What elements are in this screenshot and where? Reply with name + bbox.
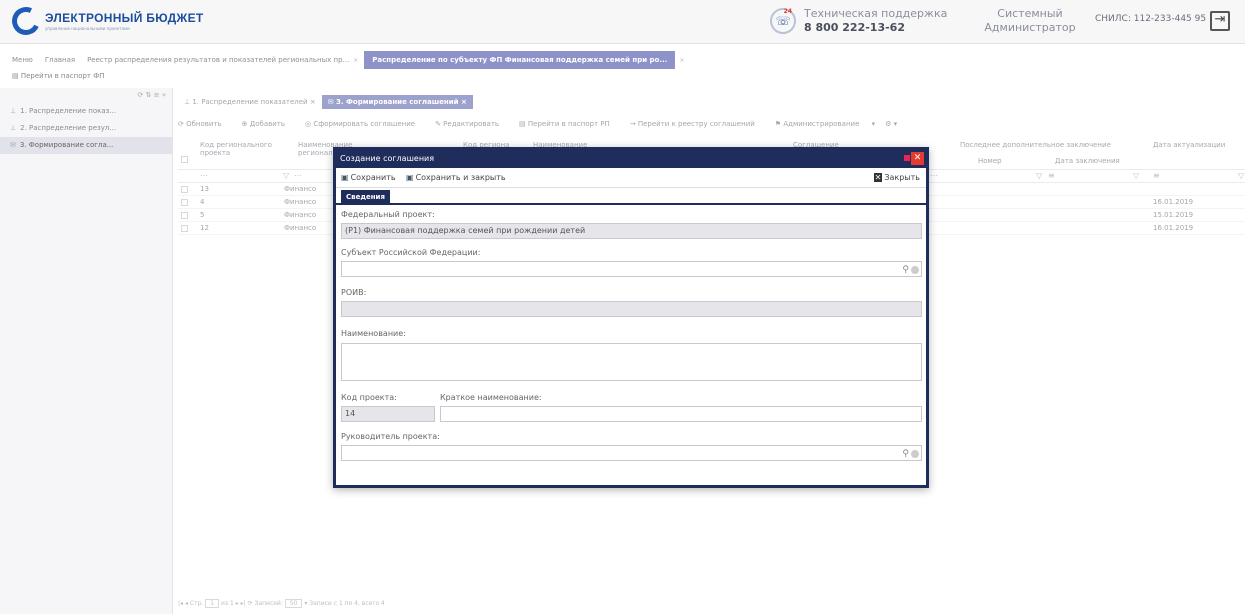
tab-details[interactable]: Сведения: [341, 190, 390, 204]
clear-icon[interactable]: [911, 449, 919, 458]
close-label: Закрыть: [884, 173, 920, 182]
envelope-icon: ✉: [10, 141, 16, 149]
logo-subtitle: управление национальными проектами: [45, 26, 130, 31]
sidebar: ⟳ ⇅ ≡ « ⊥ 1. Распределение показ... ⊥ 2. Р…: [0, 88, 173, 614]
close-icon: ✕: [873, 173, 883, 182]
sidebar-controls[interactable]: ⟳ ⇅ ≡ «: [0, 88, 172, 103]
project-code-label: Код проекта:: [341, 393, 397, 402]
dialog-tabs: Сведения: [336, 188, 926, 205]
roiv-field: [341, 301, 922, 317]
hierarchy-icon: ⊥: [10, 107, 17, 115]
manager-label: Руководитель проекта:: [341, 432, 440, 441]
support-title: Техническая поддержка: [804, 7, 948, 20]
logout-icon[interactable]: ⇥: [1210, 11, 1230, 31]
tab-home[interactable]: Главная: [45, 56, 75, 64]
tab-distribution[interactable]: Распределение по субъекту ФП Финансовая …: [364, 51, 676, 69]
search-icon[interactable]: ⚲: [902, 265, 909, 275]
save-close-button[interactable]: ▣ Сохранить и закрыть: [406, 173, 506, 182]
user-line2: Администратор: [984, 21, 1076, 34]
snils: СНИЛС: 112-233-445 95: [1095, 14, 1206, 24]
save-icon: ▣: [341, 173, 349, 182]
passport-link-label: Перейти в паспорт ФП: [20, 72, 105, 80]
federal-project-field: (P1) Финансовая поддержка семей при рожд…: [341, 223, 922, 239]
clear-icon[interactable]: [911, 265, 919, 274]
user-line1: Системный: [997, 7, 1063, 20]
support-badge: 24: [783, 7, 792, 15]
save-close-label: Сохранить и закрыть: [415, 173, 506, 182]
document-icon: ▤: [12, 72, 21, 80]
maximize-icon[interactable]: [904, 155, 910, 161]
page-tabs: Меню Главная Реестр распределения резуль…: [0, 50, 1245, 70]
short-name-field[interactable]: [440, 406, 922, 422]
search-icon[interactable]: ⚲: [902, 449, 909, 459]
short-name-label: Краткое наименование:: [440, 393, 542, 402]
sidebar-item-agreements[interactable]: ✉ 3. Формирование согла...: [0, 137, 172, 154]
tab-close-icon[interactable]: ×: [679, 57, 684, 64]
support-phone: 8 800 222-13-62: [804, 21, 905, 34]
dialog-toolbar: ▣ Сохранить ▣ Сохранить и закрыть ✕ Закрыть: [336, 168, 926, 188]
snils-value: 112-233-445 95: [1133, 14, 1207, 24]
support-block[interactable]: ☏ 24 Техническая поддержка 8 800 222-13-6…: [770, 7, 947, 34]
tab-registry[interactable]: Реестр распределения результатов и показ…: [87, 56, 349, 64]
sidebar-item-label: 2. Распределение резул...: [20, 124, 117, 132]
subject-lookup[interactable]: ⚲: [341, 261, 922, 277]
save-button[interactable]: ▣ Сохранить: [341, 173, 396, 182]
save-label: Сохранить: [350, 173, 396, 182]
name-label: Наименование:: [341, 329, 406, 338]
snils-label: СНИЛС:: [1095, 14, 1131, 24]
create-agreement-dialog: Создание соглашения ✕ ▣ Сохранить ▣ Сохран…: [333, 147, 929, 488]
sidebar-item-indicators[interactable]: ⊥ 1. Распределение показ...: [0, 103, 172, 120]
user-name[interactable]: Системный Администратор: [975, 7, 1085, 35]
close-button[interactable]: ✕ Закрыть: [873, 173, 920, 182]
manager-lookup[interactable]: ⚲: [341, 445, 922, 461]
close-icon[interactable]: ✕: [911, 152, 924, 165]
sidebar-item-label: 1. Распределение показ...: [20, 107, 117, 115]
sidebar-item-results[interactable]: ⊥ 2. Распределение резул...: [0, 120, 172, 137]
app-header: ЭЛЕКТРОННЫЙ БЮДЖЕТ управление национальн…: [0, 0, 1245, 44]
save-icon: ▣: [406, 173, 414, 182]
logo-title: ЭЛЕКТРОННЫЙ БЮДЖЕТ: [45, 11, 204, 25]
passport-link[interactable]: ▤ Перейти в паспорт ФП: [12, 72, 105, 80]
tab-menu[interactable]: Меню: [12, 56, 33, 64]
sidebar-item-label: 3. Формирование согла...: [19, 141, 114, 149]
dialog-title: Создание соглашения: [340, 154, 435, 163]
roiv-label: РОИВ:: [341, 288, 367, 297]
phone-icon: ☏ 24: [770, 7, 796, 34]
name-textarea[interactable]: [341, 343, 922, 381]
project-code-field: 14: [341, 406, 435, 422]
app-logo[interactable]: ЭЛЕКТРОННЫЙ БЮДЖЕТ управление национальн…: [8, 3, 204, 39]
subject-label: Субъект Российской Федерации:: [341, 248, 481, 257]
dialog-titlebar[interactable]: Создание соглашения ✕: [336, 150, 926, 168]
hierarchy-icon: ⊥: [10, 124, 17, 132]
logo-icon: [8, 3, 44, 39]
tab-close-icon[interactable]: ×: [353, 57, 358, 64]
federal-project-label: Федеральный проект:: [341, 210, 435, 219]
